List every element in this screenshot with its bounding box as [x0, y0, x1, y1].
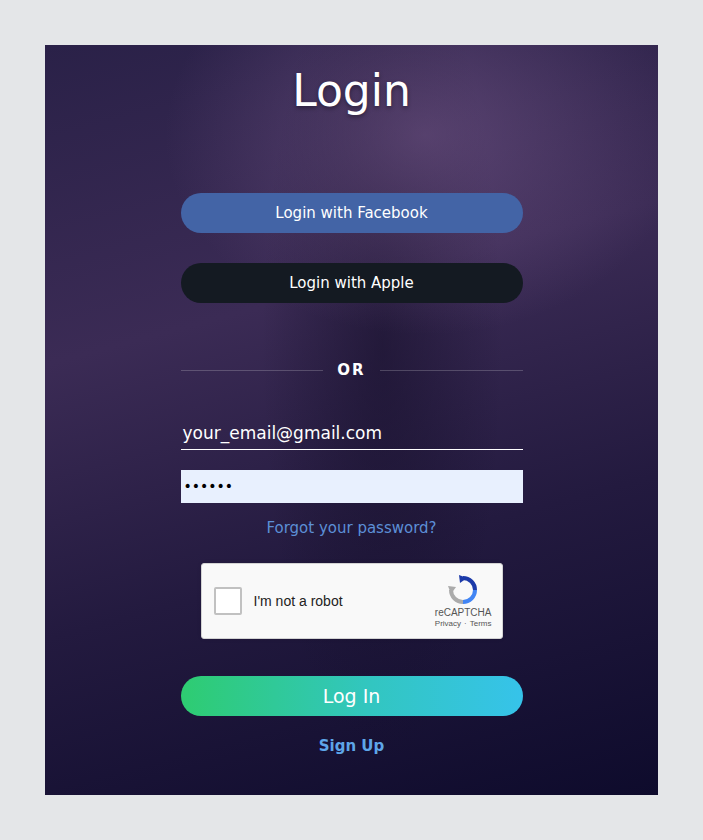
captcha-link[interactable]: Privacy [435, 619, 461, 628]
login-form: Login with Facebook Login with Apple OR you… [181, 119, 523, 756]
captcha-checkbox[interactable] [214, 587, 242, 615]
captcha-label: I'm not a robot [254, 593, 423, 609]
divider-line [181, 370, 324, 371]
email-field[interactable]: your_email@gmail.com [181, 420, 523, 450]
captcha-separator: · [464, 619, 467, 628]
captcha-brand: reCAPTCHAPrivacy·Terms [435, 574, 492, 628]
signup-link[interactable]: Sign Up [319, 736, 385, 756]
captcha-links: Privacy·Terms [435, 619, 492, 628]
or-divider: OR [181, 360, 523, 380]
login-button[interactable]: Log In [181, 676, 523, 716]
page-title: Login [292, 63, 411, 119]
login-panel: Login Login with Facebook Login with Apple… [45, 45, 658, 795]
password-field[interactable]: •••••• [181, 470, 523, 503]
recaptcha-logo-icon [447, 574, 479, 606]
captcha-link[interactable]: Terms [470, 619, 492, 628]
recaptcha-widget: I'm not a robot reCAPTCHAPrivacy·Terms [201, 563, 503, 639]
divider-line [380, 370, 523, 371]
captcha-brand-text: reCAPTCHA [435, 607, 492, 618]
divider-text: OR [337, 361, 365, 379]
social-login-button[interactable]: Login with Apple [181, 263, 523, 303]
social-login-button[interactable]: Login with Facebook [181, 193, 523, 233]
page: Login Login with Facebook Login with Apple… [0, 0, 703, 840]
forgot-password-link[interactable]: Forgot your password? [266, 518, 436, 538]
